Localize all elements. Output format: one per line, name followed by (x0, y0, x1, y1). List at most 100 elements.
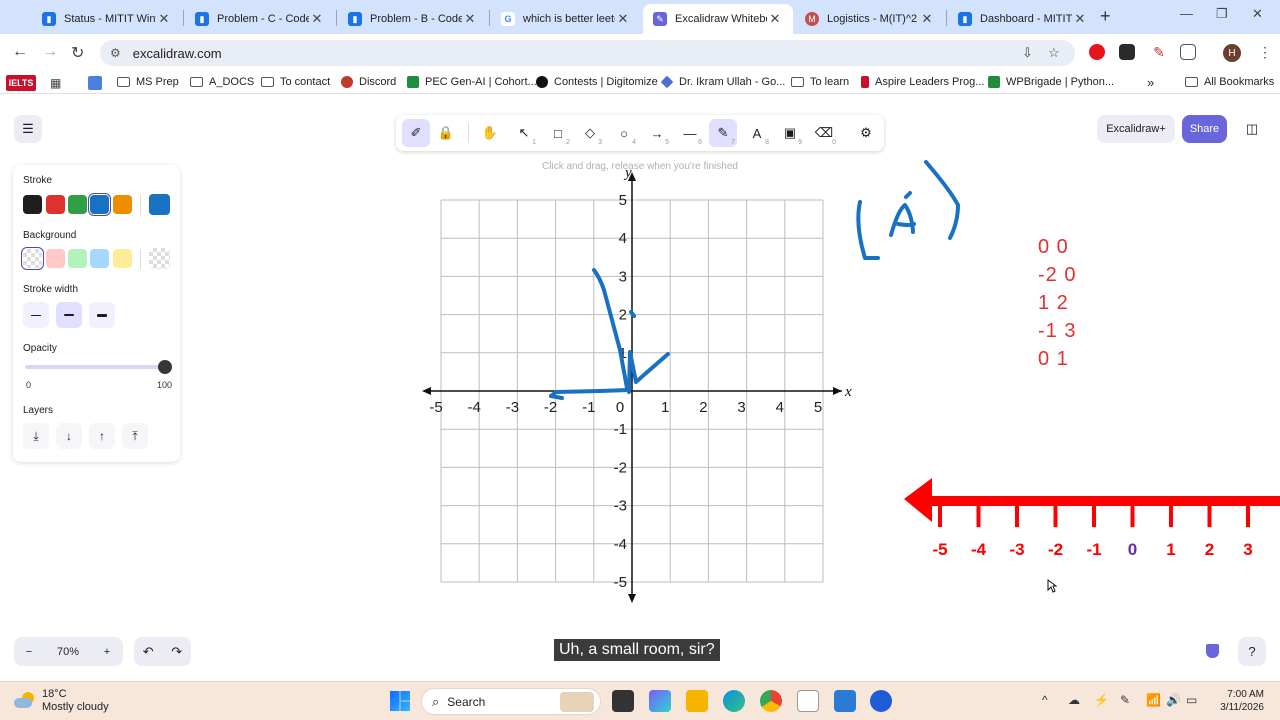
tool-hint: Click and drag, release when you're fini… (542, 161, 738, 172)
clock-date: 3/11/2026 (1220, 702, 1264, 713)
number-line-tick (1053, 505, 1058, 527)
ellipse-tool[interactable]: ○ 4 (610, 119, 638, 147)
swatch-divider (140, 249, 141, 269)
bring-to-front-icon: ⤒ (132, 428, 138, 443)
x-tick-label: -2 (544, 399, 557, 416)
send-to-back-button[interactable]: ⤓ (23, 423, 49, 449)
handwritten-pair: -1 3 (1038, 320, 1076, 342)
opacity-slider-thumb[interactable] (158, 360, 172, 374)
windows-taskbar: 18°C Mostly cloudy ⌕ Search ^ ☁ ⚡ ✎ 📶 🔊 … (0, 681, 1280, 720)
send-backward-button[interactable]: ↓ (56, 423, 82, 449)
hand-tool[interactable]: ✋ (476, 119, 504, 147)
zoom-app-icon[interactable] (870, 690, 892, 712)
network-icon[interactable]: ⚡ (1094, 693, 1109, 707)
chrome-icon[interactable] (760, 690, 782, 712)
image-tool[interactable]: ▣ 9 (776, 119, 804, 147)
pen-tray-icon[interactable]: ✎ (1120, 693, 1130, 707)
redo-button[interactable]: ↷ (171, 644, 182, 660)
stroke-width-extra-bold[interactable] (89, 302, 115, 328)
onedrive-icon[interactable]: ☁ (1068, 693, 1080, 707)
opacity-slider[interactable] (25, 365, 167, 369)
diamond-tool[interactable]: ◇ 3 (576, 119, 604, 147)
y-tick-label: -5 (614, 574, 627, 591)
stroke-width-thin[interactable] (23, 302, 49, 328)
volume-icon[interactable]: 🔊 (1166, 693, 1181, 707)
taskbar-search[interactable]: ⌕ Search (421, 688, 601, 715)
keep-active-tool[interactable]: ✐ (402, 119, 430, 147)
eraser-tool[interactable]: ⌫ 0 (810, 119, 838, 147)
coordinate-axes: x y (422, 165, 852, 603)
layers-label: Layers (23, 405, 54, 416)
arrow-tool[interactable]: → 5 (643, 119, 671, 147)
zoom-out-button[interactable]: − (14, 646, 44, 658)
extra-tools[interactable]: ⚙ (852, 119, 880, 147)
selection-tool[interactable]: ↖ 1 (510, 119, 538, 147)
task-view-icon[interactable] (612, 690, 634, 712)
wifi-icon[interactable]: 📶 (1146, 693, 1161, 707)
y-tick-label: 5 (619, 192, 627, 209)
x-tick-label: 0 (616, 399, 624, 416)
background-color-green[interactable] (68, 249, 87, 268)
properties-panel: Stroke Background Stroke width Opacity 0… (13, 165, 180, 462)
stroke-width-bold[interactable] (56, 302, 82, 328)
lock-tool[interactable]: 🔒 (432, 119, 460, 147)
text-tool[interactable]: A8 (743, 119, 771, 147)
notepad-icon[interactable] (797, 690, 819, 712)
diamond-icon: ◇ (585, 125, 595, 140)
background-color-blue[interactable] (90, 249, 109, 268)
draw-tool[interactable]: ✎ 7 (709, 119, 737, 147)
share-button[interactable]: Share (1182, 115, 1227, 143)
y-tick-label: 2 (619, 307, 627, 324)
opacity-min: 0 (26, 380, 32, 390)
excalidraw-plus-button[interactable]: Excalidraw+ (1097, 115, 1175, 143)
stroke-color-orange[interactable] (113, 195, 132, 214)
vscode-icon[interactable] (834, 690, 856, 712)
bring-to-front-button[interactable]: ⤒ (122, 423, 148, 449)
text-icon: A (752, 125, 762, 141)
sidebar-toggle-button[interactable]: ◫ (1238, 115, 1266, 143)
background-color-custom[interactable] (149, 248, 170, 269)
weather-widget[interactable]: 18°C Mostly cloudy (14, 688, 109, 714)
line-tool[interactable]: —6 (676, 119, 704, 147)
thin-line-icon (31, 314, 41, 316)
cursor-icon: ↖ (518, 125, 530, 140)
ink-stroke (592, 268, 629, 390)
copilot-icon[interactable] (649, 690, 671, 712)
help-button[interactable]: ? (1238, 637, 1266, 666)
stroke-color-custom[interactable] (149, 194, 170, 215)
stroke-color-green[interactable] (68, 195, 87, 214)
main-menu-button[interactable]: ☰ (14, 115, 42, 143)
edge-icon[interactable] (723, 690, 745, 712)
x-tick-label: 2 (699, 399, 707, 416)
video-caption: Uh, a small room, sir? (554, 639, 720, 661)
x-tick-label: 4 (776, 399, 784, 416)
file-explorer-icon[interactable] (686, 690, 708, 712)
number-line-label: 0 (1128, 540, 1137, 559)
stroke-label: Stroke (23, 175, 52, 186)
y-tick-label: -2 (614, 459, 627, 476)
x-axis-arrow (833, 387, 842, 395)
background-color-yellow[interactable] (113, 249, 132, 268)
tray-expand-icon[interactable]: ^ (1042, 693, 1048, 707)
number-line-label: -5 (932, 540, 947, 559)
zoom-in-button[interactable]: + (92, 646, 122, 658)
background-color-pink[interactable] (46, 249, 65, 268)
search-highlight-icon (560, 692, 594, 712)
rectangle-tool[interactable]: □ 2 (544, 119, 572, 147)
stroke-color-blue[interactable] (87, 192, 112, 217)
ink-stroke (549, 394, 564, 400)
bring-forward-button[interactable]: ↑ (89, 423, 115, 449)
stroke-color-black[interactable] (23, 195, 42, 214)
windows-start-icon[interactable] (390, 691, 410, 711)
stroke-color-red[interactable] (46, 195, 65, 214)
mouse-cursor-icon (1047, 579, 1057, 593)
undo-button[interactable]: ↶ (143, 644, 154, 660)
background-color-transparent[interactable] (20, 246, 45, 271)
hand-icon: ✋ (481, 125, 499, 140)
shapes-toolbar: ✐ 🔒 ✋ ↖ 1 □ 2 ◇ 3 ○ 4 → 5 —6 ✎ 7 A8 ▣ 9 ⌫ 0 ⚙ (396, 115, 884, 151)
zoom-level[interactable]: 70% (44, 646, 92, 658)
number-line-tick (1169, 505, 1173, 527)
battery-icon[interactable]: ▭ (1186, 693, 1197, 707)
system-clock[interactable]: 7:00 AM 3/11/2026 (1200, 688, 1264, 714)
number-line-ticks: -5-4-3-2-101234 (932, 505, 1253, 559)
